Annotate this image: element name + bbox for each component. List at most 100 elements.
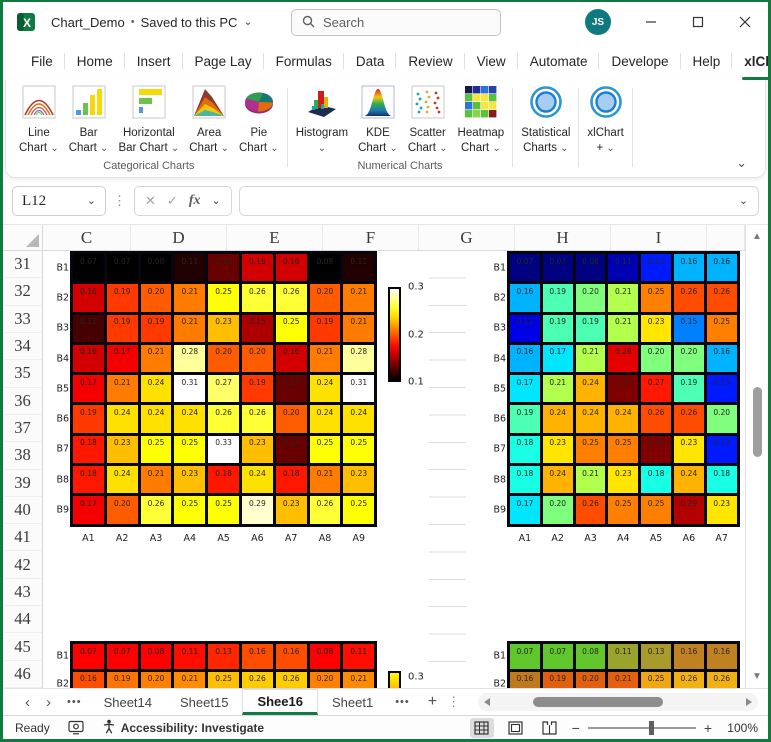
heatmap-plot-2[interactable]: 0.070.070.080.110.130.160.160.160.190.20… bbox=[507, 251, 740, 527]
row-header-45[interactable]: 45 bbox=[3, 633, 42, 660]
sheet-tab-sheet14[interactable]: Sheet14 bbox=[90, 689, 166, 715]
row-header-35[interactable]: 35 bbox=[3, 360, 42, 387]
row-header-40[interactable]: 40 bbox=[3, 497, 42, 524]
row-header-34[interactable]: 34 bbox=[3, 333, 42, 360]
row-header-41[interactable]: 41 bbox=[3, 524, 42, 551]
row-header-32[interactable]: 32 bbox=[3, 278, 42, 305]
avatar[interactable]: JS bbox=[585, 9, 611, 35]
tab-insert[interactable]: Insert bbox=[125, 42, 183, 80]
row-header-37[interactable]: 37 bbox=[3, 415, 42, 442]
close-button[interactable] bbox=[721, 2, 768, 42]
grid-canvas[interactable]: 0.070.070.080.110.130.160.160.080.110.16… bbox=[43, 251, 745, 688]
sheet-tab-sheet1[interactable]: Sheet1 bbox=[318, 689, 387, 715]
search-box[interactable]: Search bbox=[291, 9, 501, 36]
scatter-chart-button[interactable]: ScatterChart ⌄ bbox=[403, 85, 453, 155]
heatmap-cell: 0.25 bbox=[208, 284, 239, 311]
column-header-F[interactable]: F bbox=[323, 225, 419, 250]
enter-icon[interactable]: ✓ bbox=[167, 193, 178, 209]
tab-formulas[interactable]: Formulas bbox=[264, 42, 344, 80]
tab-automate[interactable]: Automate bbox=[518, 42, 600, 80]
vertical-scroll-thumb[interactable] bbox=[753, 387, 762, 457]
tab-view[interactable]: View bbox=[465, 42, 518, 80]
tab-file[interactable]: File bbox=[19, 42, 65, 80]
row-header-46[interactable]: 46 bbox=[3, 661, 42, 688]
select-all-corner[interactable] bbox=[3, 225, 43, 251]
row-header-38[interactable]: 38 bbox=[3, 442, 42, 469]
column-header-C[interactable]: C bbox=[43, 225, 131, 250]
horizontal-scrollbar[interactable] bbox=[478, 693, 758, 711]
tab-home[interactable]: Home bbox=[65, 42, 125, 80]
row-header-31[interactable]: 31 bbox=[3, 251, 42, 278]
scroll-left-icon[interactable] bbox=[484, 698, 490, 706]
more-sheets-icon[interactable]: ••• bbox=[387, 696, 418, 708]
sheet-tab-sheet15[interactable]: Sheet15 bbox=[166, 689, 242, 715]
column-header-I[interactable]: I bbox=[611, 225, 707, 250]
xlchart-button[interactable]: xlChart+ ⌄ bbox=[582, 85, 628, 155]
scroll-up-icon[interactable]: ▲ bbox=[746, 231, 768, 242]
heatmap-chart-button[interactable]: HeatmapChart ⌄ bbox=[453, 85, 510, 155]
sheet-options-icon[interactable]: ⋮ bbox=[447, 694, 461, 710]
pie-chart-button[interactable]: PieChart ⌄ bbox=[234, 85, 284, 155]
zoom-out-button[interactable]: − bbox=[572, 720, 580, 736]
more-sheets-icon[interactable]: ••• bbox=[59, 696, 90, 708]
heatmap-plot-3[interactable]: 0.070.070.080.110.130.160.160.080.110.16… bbox=[70, 641, 377, 688]
new-sheet-button[interactable]: + bbox=[418, 693, 447, 711]
vertical-scrollbar[interactable]: ▲ ▼ bbox=[745, 225, 768, 688]
row-header-42[interactable]: 42 bbox=[3, 551, 42, 578]
excel-app-icon: X bbox=[15, 11, 37, 33]
name-box[interactable]: L12 ⌄ bbox=[12, 186, 106, 216]
sheet-next-icon[interactable]: › bbox=[38, 695, 59, 710]
horizontal-scroll-thumb[interactable] bbox=[533, 697, 663, 707]
bar-chart-button[interactable]: BarChart ⌄ bbox=[64, 85, 114, 155]
row-header-39[interactable]: 39 bbox=[3, 470, 42, 497]
area-chart-button[interactable]: AreaChart ⌄ bbox=[184, 85, 234, 155]
normal-view-button[interactable] bbox=[470, 718, 494, 738]
scroll-right-icon[interactable] bbox=[746, 698, 752, 706]
formula-input[interactable]: ⌄ bbox=[239, 186, 759, 216]
sheet-tab-shee16[interactable]: Shee16 bbox=[242, 689, 318, 715]
heatmap-plot-4[interactable]: 0.070.070.080.110.130.160.160.160.190.20… bbox=[507, 641, 740, 688]
tab-page-lay[interactable]: Page Lay bbox=[183, 42, 264, 80]
column-header-partial[interactable] bbox=[707, 225, 745, 250]
sheet-prev-icon[interactable]: ‹ bbox=[17, 695, 38, 710]
histogram-button[interactable]: Histogram⌄ bbox=[291, 85, 353, 155]
zoom-level[interactable]: 100% bbox=[722, 721, 758, 735]
tab-develope[interactable]: Develope bbox=[599, 42, 680, 80]
row-header-43[interactable]: 43 bbox=[3, 579, 42, 606]
maximize-button[interactable] bbox=[674, 2, 721, 42]
page-break-view-button[interactable] bbox=[538, 718, 562, 738]
kde-chart-button[interactable]: KDEChart ⌄ bbox=[353, 85, 403, 155]
tab-help[interactable]: Help bbox=[681, 42, 733, 80]
statistical-charts-button[interactable]: StatisticalCharts ⌄ bbox=[516, 85, 575, 155]
row-header-36[interactable]: 36 bbox=[3, 388, 42, 415]
row-header-33[interactable]: 33 bbox=[3, 306, 42, 333]
zoom-in-button[interactable]: + bbox=[704, 720, 712, 736]
formula-bar-options-icon[interactable]: ⋮ bbox=[113, 193, 127, 209]
page-layout-view-button[interactable] bbox=[504, 718, 528, 738]
line-chart-button[interactable]: LineChart ⌄ bbox=[14, 85, 64, 155]
cancel-icon[interactable]: ✕ bbox=[145, 193, 156, 209]
row-header-44[interactable]: 44 bbox=[3, 606, 42, 633]
heatmap-cell: 0.26 bbox=[674, 284, 704, 311]
column-header-H[interactable]: H bbox=[515, 225, 611, 250]
minimize-button[interactable] bbox=[627, 2, 674, 42]
tab-review[interactable]: Review bbox=[396, 42, 464, 80]
heatmap-plot-1[interactable]: 0.070.070.080.110.130.160.160.080.110.16… bbox=[70, 251, 377, 527]
column-header-D[interactable]: D bbox=[131, 225, 227, 250]
heatmap-cell: 0.21 bbox=[608, 315, 638, 342]
tab-xlchart-[interactable]: xlChart+ bbox=[732, 42, 771, 80]
tab-data[interactable]: Data bbox=[344, 42, 397, 80]
scroll-down-icon[interactable]: ▼ bbox=[746, 671, 768, 682]
horizontal-bar-chart-button[interactable]: HorizontalBar Chart ⌄ bbox=[113, 85, 184, 155]
expand-formula-bar-icon[interactable]: ⌄ bbox=[739, 196, 748, 207]
column-header-G[interactable]: G bbox=[419, 225, 515, 250]
colorbar bbox=[388, 671, 401, 688]
document-title-group[interactable]: Chart_Demo • Saved to this PC ⌄ bbox=[51, 15, 253, 30]
collapse-ribbon-icon[interactable]: ⌄ bbox=[736, 155, 747, 171]
zoom-thumb[interactable] bbox=[649, 721, 654, 735]
display-settings-icon[interactable] bbox=[68, 720, 84, 735]
column-header-E[interactable]: E bbox=[227, 225, 323, 250]
insert-function-button[interactable]: fx bbox=[189, 193, 201, 209]
zoom-track[interactable] bbox=[588, 727, 696, 729]
accessibility-status[interactable]: Accessibility: Investigate bbox=[102, 719, 264, 737]
